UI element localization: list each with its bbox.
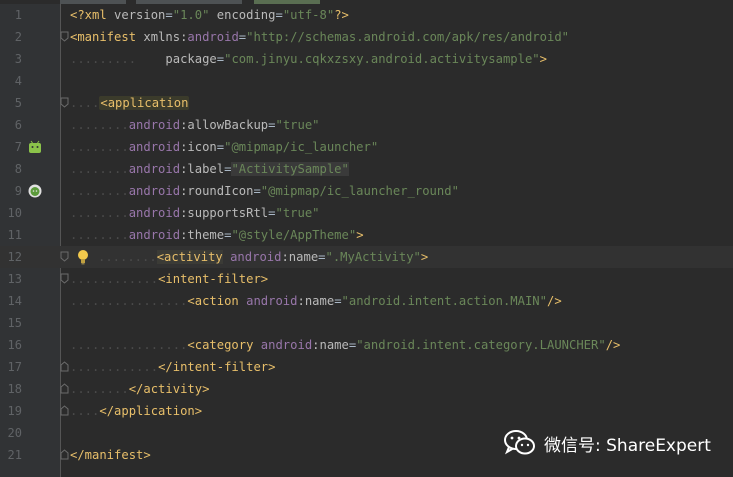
code-text: </manifest> (70, 448, 151, 462)
fold-marker-icon[interactable] (60, 251, 69, 262)
code-text: ........</activity> (70, 382, 210, 396)
code-line-15[interactable]: 15 (0, 312, 733, 334)
line-number: 19 (7, 404, 22, 418)
line-number: 5 (14, 96, 22, 110)
code-text: ........android:roundIcon="@mipmap/ic_la… (70, 184, 459, 198)
code-text: ................<category android:name="… (70, 338, 621, 352)
code-line-10[interactable]: 10 ........android:supportsRtl="true" (0, 202, 733, 224)
lightbulb-icon[interactable] (77, 249, 89, 265)
code-line-12[interactable]: 12 ........<activity android:name=".MyAct… (0, 246, 733, 268)
wechat-icon (504, 430, 535, 455)
code-line-3[interactable]: 3 ......... package="com.jinyu.cqkxzsxy.a… (0, 48, 733, 70)
code-text: <manifest xmlns:android="http://schemas.… (70, 30, 569, 44)
android-robot-icon[interactable] (28, 140, 42, 154)
code-line-7[interactable]: 7 ........android:icon="@mipmap/ic_launch… (0, 136, 733, 158)
code-text: ........<activity android:name=".MyActiv… (98, 250, 429, 264)
code-text: ................<action android:name="an… (70, 294, 562, 308)
line-number: 17 (7, 360, 22, 374)
code-line-6[interactable]: 6 ........android:allowBackup="true" (0, 114, 733, 136)
line-number: 1 (14, 8, 22, 22)
fold-marker-icon[interactable] (60, 383, 69, 394)
line-number: 15 (7, 316, 22, 330)
line-number: 21 (7, 448, 22, 462)
android-round-icon[interactable] (28, 184, 42, 198)
fold-marker-icon[interactable] (60, 405, 69, 416)
code-text: ............</intent-filter> (70, 360, 276, 374)
code-text: ....</application> (70, 404, 203, 418)
code-line-19[interactable]: 19 ....</application> (0, 400, 733, 422)
line-number: 4 (14, 74, 22, 88)
line-number: 2 (14, 30, 22, 44)
fold-marker-icon[interactable] (60, 97, 69, 108)
code-text: <?xml version="1.0" encoding="utf-8"?> (70, 8, 349, 22)
line-number: 11 (7, 228, 22, 242)
line-number: 16 (7, 338, 22, 352)
fold-marker-icon[interactable] (60, 31, 69, 42)
code-line-17[interactable]: 17 ............</intent-filter> (0, 356, 733, 378)
line-number: 8 (14, 162, 22, 176)
code-line-14[interactable]: 14 ................<action android:name="… (0, 290, 733, 312)
code-line-8[interactable]: 8 ........android:label="ActivitySample" (0, 158, 733, 180)
code-line-9[interactable]: 9 ........android:roundIcon="@mipmap/ic_l… (0, 180, 733, 202)
code-line-18[interactable]: 18 ........</activity> (0, 378, 733, 400)
code-line-13[interactable]: 13 ............<intent-filter> (0, 268, 733, 290)
code-text: ........android:label="ActivitySample" (70, 162, 349, 176)
code-text: ........android:supportsRtl="true" (70, 206, 320, 220)
code-text: ....<application (70, 96, 190, 110)
line-number: 3 (14, 52, 22, 66)
code-text: ......... package="com.jinyu.cqkxzsxy.an… (70, 52, 547, 66)
line-number: 9 (14, 184, 22, 198)
code-line-16[interactable]: 16 ................<category android:name… (0, 334, 733, 356)
wechat-watermark: 微信号: ShareExpert (504, 430, 711, 456)
code-text: ........android:allowBackup="true" (70, 118, 320, 132)
code-text: ............<intent-filter> (70, 272, 269, 286)
line-number: 7 (14, 140, 22, 154)
line-number: 18 (7, 382, 22, 396)
code-text: ........android:theme="@style/AppTheme"> (70, 228, 364, 242)
line-number: 10 (7, 206, 22, 220)
code-text: ........android:icon="@mipmap/ic_launche… (70, 140, 379, 154)
line-number: 13 (7, 272, 22, 286)
line-number: 12 (7, 250, 22, 264)
code-line-5[interactable]: 5 ....<application (0, 92, 733, 114)
code-line-4[interactable]: 4 (0, 70, 733, 92)
line-number: 14 (7, 294, 22, 308)
watermark-label: 微信号: ShareExpert (544, 435, 711, 456)
line-number: 6 (14, 118, 22, 132)
line-number: 20 (7, 426, 22, 440)
code-line-11[interactable]: 11 ........android:theme="@style/AppTheme… (0, 224, 733, 246)
code-line-2[interactable]: 2 <manifest xmlns:android="http://schemas… (0, 26, 733, 48)
code-line-1[interactable]: 1 <?xml version="1.0" encoding="utf-8"?> (0, 4, 733, 26)
fold-marker-icon[interactable] (60, 449, 69, 460)
fold-marker-icon[interactable] (60, 361, 69, 372)
fold-marker-icon[interactable] (60, 273, 69, 284)
